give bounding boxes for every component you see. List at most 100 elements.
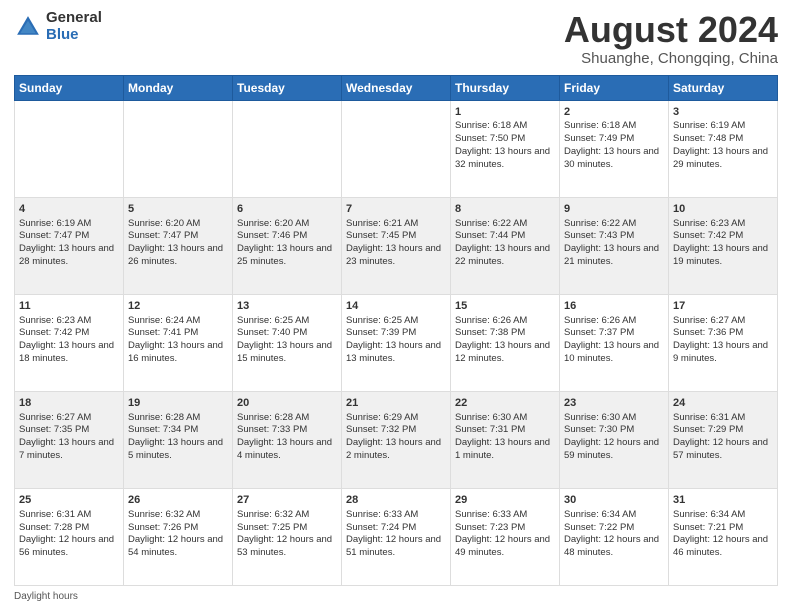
calendar-cell: 16Sunrise: 6:26 AMSunset: 7:37 PMDayligh… [560,294,669,391]
day-info: Sunrise: 6:27 AM [19,412,119,425]
calendar-cell: 17Sunrise: 6:27 AMSunset: 7:36 PMDayligh… [669,294,778,391]
day-number: 7 [346,202,446,217]
calendar-cell: 12Sunrise: 6:24 AMSunset: 7:41 PMDayligh… [124,294,233,391]
day-info: Daylight: 13 hours and 4 minutes. [237,437,337,463]
day-info: Daylight: 13 hours and 23 minutes. [346,243,446,269]
day-info: Sunrise: 6:21 AM [346,218,446,231]
calendar-cell: 23Sunrise: 6:30 AMSunset: 7:30 PMDayligh… [560,391,669,488]
calendar-cell: 5Sunrise: 6:20 AMSunset: 7:47 PMDaylight… [124,197,233,294]
day-info: Sunset: 7:50 PM [455,133,555,146]
day-info: Sunset: 7:37 PM [564,327,664,340]
day-info: Sunrise: 6:32 AM [237,509,337,522]
day-info: Sunset: 7:25 PM [237,522,337,535]
day-info: Sunset: 7:36 PM [673,327,773,340]
calendar-cell: 2Sunrise: 6:18 AMSunset: 7:49 PMDaylight… [560,100,669,197]
day-info: Sunrise: 6:27 AM [673,315,773,328]
calendar-week-row: 18Sunrise: 6:27 AMSunset: 7:35 PM Dayligh… [15,391,778,488]
day-info: Daylight: 12 hours and 49 minutes. [455,534,555,560]
day-info: Daylight: 12 hours and 57 minutes. [673,437,773,463]
day-info: Sunset: 7:39 PM [346,327,446,340]
day-info: Sunrise: 6:18 AM [455,120,555,133]
calendar-day-header: Thursday [451,75,560,100]
day-info: Sunset: 7:43 PM [564,230,664,243]
day-info: Sunset: 7:32 PM [346,424,446,437]
calendar-week-row: 11Sunrise: 6:23 AMSunset: 7:42 PMDayligh… [15,294,778,391]
day-number: 19 [128,396,228,411]
calendar-cell: 31Sunrise: 6:34 AMSunset: 7:21 PMDayligh… [669,488,778,585]
calendar-day-header: Monday [124,75,233,100]
day-info: Sunset: 7:29 PM [673,424,773,437]
day-info: Sunset: 7:24 PM [346,522,446,535]
day-number: 23 [564,396,664,411]
day-info: Sunset: 7:34 PM [128,424,228,437]
day-number: 2 [564,105,664,120]
calendar-cell [15,100,124,197]
day-info: Sunset: 7:22 PM [564,522,664,535]
calendar-cell: 18Sunrise: 6:27 AMSunset: 7:35 PMDayligh… [15,391,124,488]
calendar-cell: 15Sunrise: 6:26 AMSunset: 7:38 PMDayligh… [451,294,560,391]
day-number: 4 [19,202,119,217]
day-info: Sunrise: 6:26 AM [455,315,555,328]
footer: Daylight hours [14,591,778,602]
day-number: 24 [673,396,773,411]
day-info: Sunrise: 6:22 AM [455,218,555,231]
day-info: Daylight: 13 hours and 22 minutes. [455,243,555,269]
day-info: Daylight: 13 hours and 30 minutes. [564,146,664,172]
calendar-cell [342,100,451,197]
day-number: 16 [564,299,664,314]
day-number: 21 [346,396,446,411]
day-info: Daylight: 12 hours and 59 minutes. [564,437,664,463]
day-info: Sunset: 7:44 PM [455,230,555,243]
day-number: 8 [455,202,555,217]
calendar-table: SundayMondayTuesdayWednesdayThursdayFrid… [14,75,778,586]
calendar-day-header: Sunday [15,75,124,100]
day-number: 18 [19,396,119,411]
day-info: Sunset: 7:30 PM [564,424,664,437]
day-info: Sunrise: 6:29 AM [346,412,446,425]
day-number: 15 [455,299,555,314]
logo-text: General Blue [46,10,102,43]
header: General Blue August 2024 Shuanghe, Chong… [14,10,778,67]
day-info: Daylight: 13 hours and 2 minutes. [346,437,446,463]
day-info: Sunrise: 6:30 AM [455,412,555,425]
day-info: Daylight: 13 hours and 29 minutes. [673,146,773,172]
day-info: Sunset: 7:48 PM [673,133,773,146]
calendar-cell: 1Sunrise: 6:18 AMSunset: 7:50 PMDaylight… [451,100,560,197]
day-info: Daylight: 13 hours and 12 minutes. [455,340,555,366]
day-info: Daylight: 12 hours and 46 minutes. [673,534,773,560]
calendar-cell: 9Sunrise: 6:22 AMSunset: 7:43 PMDaylight… [560,197,669,294]
day-info: Sunrise: 6:30 AM [564,412,664,425]
day-info: Daylight: 13 hours and 18 minutes. [19,340,119,366]
day-info: Sunset: 7:35 PM [19,424,119,437]
calendar-cell: 25Sunrise: 6:31 AMSunset: 7:28 PMDayligh… [15,488,124,585]
day-info: Daylight: 12 hours and 51 minutes. [346,534,446,560]
day-number: 26 [128,493,228,508]
day-info: Sunrise: 6:24 AM [128,315,228,328]
day-info: Sunset: 7:42 PM [19,327,119,340]
calendar-cell: 26Sunrise: 6:32 AMSunset: 7:26 PMDayligh… [124,488,233,585]
calendar-cell: 20Sunrise: 6:28 AMSunset: 7:33 PMDayligh… [233,391,342,488]
day-info: Sunrise: 6:25 AM [346,315,446,328]
day-info: Sunrise: 6:31 AM [19,509,119,522]
day-info: Sunset: 7:47 PM [19,230,119,243]
day-info: Sunset: 7:41 PM [128,327,228,340]
day-info: Sunrise: 6:34 AM [673,509,773,522]
day-info: Sunrise: 6:28 AM [237,412,337,425]
day-info: Sunrise: 6:22 AM [564,218,664,231]
calendar-cell: 11Sunrise: 6:23 AMSunset: 7:42 PMDayligh… [15,294,124,391]
day-info: Daylight: 13 hours and 1 minute. [455,437,555,463]
day-info: Sunset: 7:21 PM [673,522,773,535]
calendar-day-header: Friday [560,75,669,100]
day-number: 29 [455,493,555,508]
month-title: August 2024 [564,10,778,50]
calendar-cell: 10Sunrise: 6:23 AMSunset: 7:42 PMDayligh… [669,197,778,294]
calendar-cell: 24Sunrise: 6:31 AMSunset: 7:29 PMDayligh… [669,391,778,488]
day-number: 9 [564,202,664,217]
day-number: 11 [19,299,119,314]
location-subtitle: Shuanghe, Chongqing, China [564,50,778,67]
day-info: Sunrise: 6:20 AM [128,218,228,231]
day-info: Daylight: 13 hours and 16 minutes. [128,340,228,366]
calendar-cell: 28Sunrise: 6:33 AMSunset: 7:24 PMDayligh… [342,488,451,585]
day-info: Sunset: 7:31 PM [455,424,555,437]
day-number: 25 [19,493,119,508]
